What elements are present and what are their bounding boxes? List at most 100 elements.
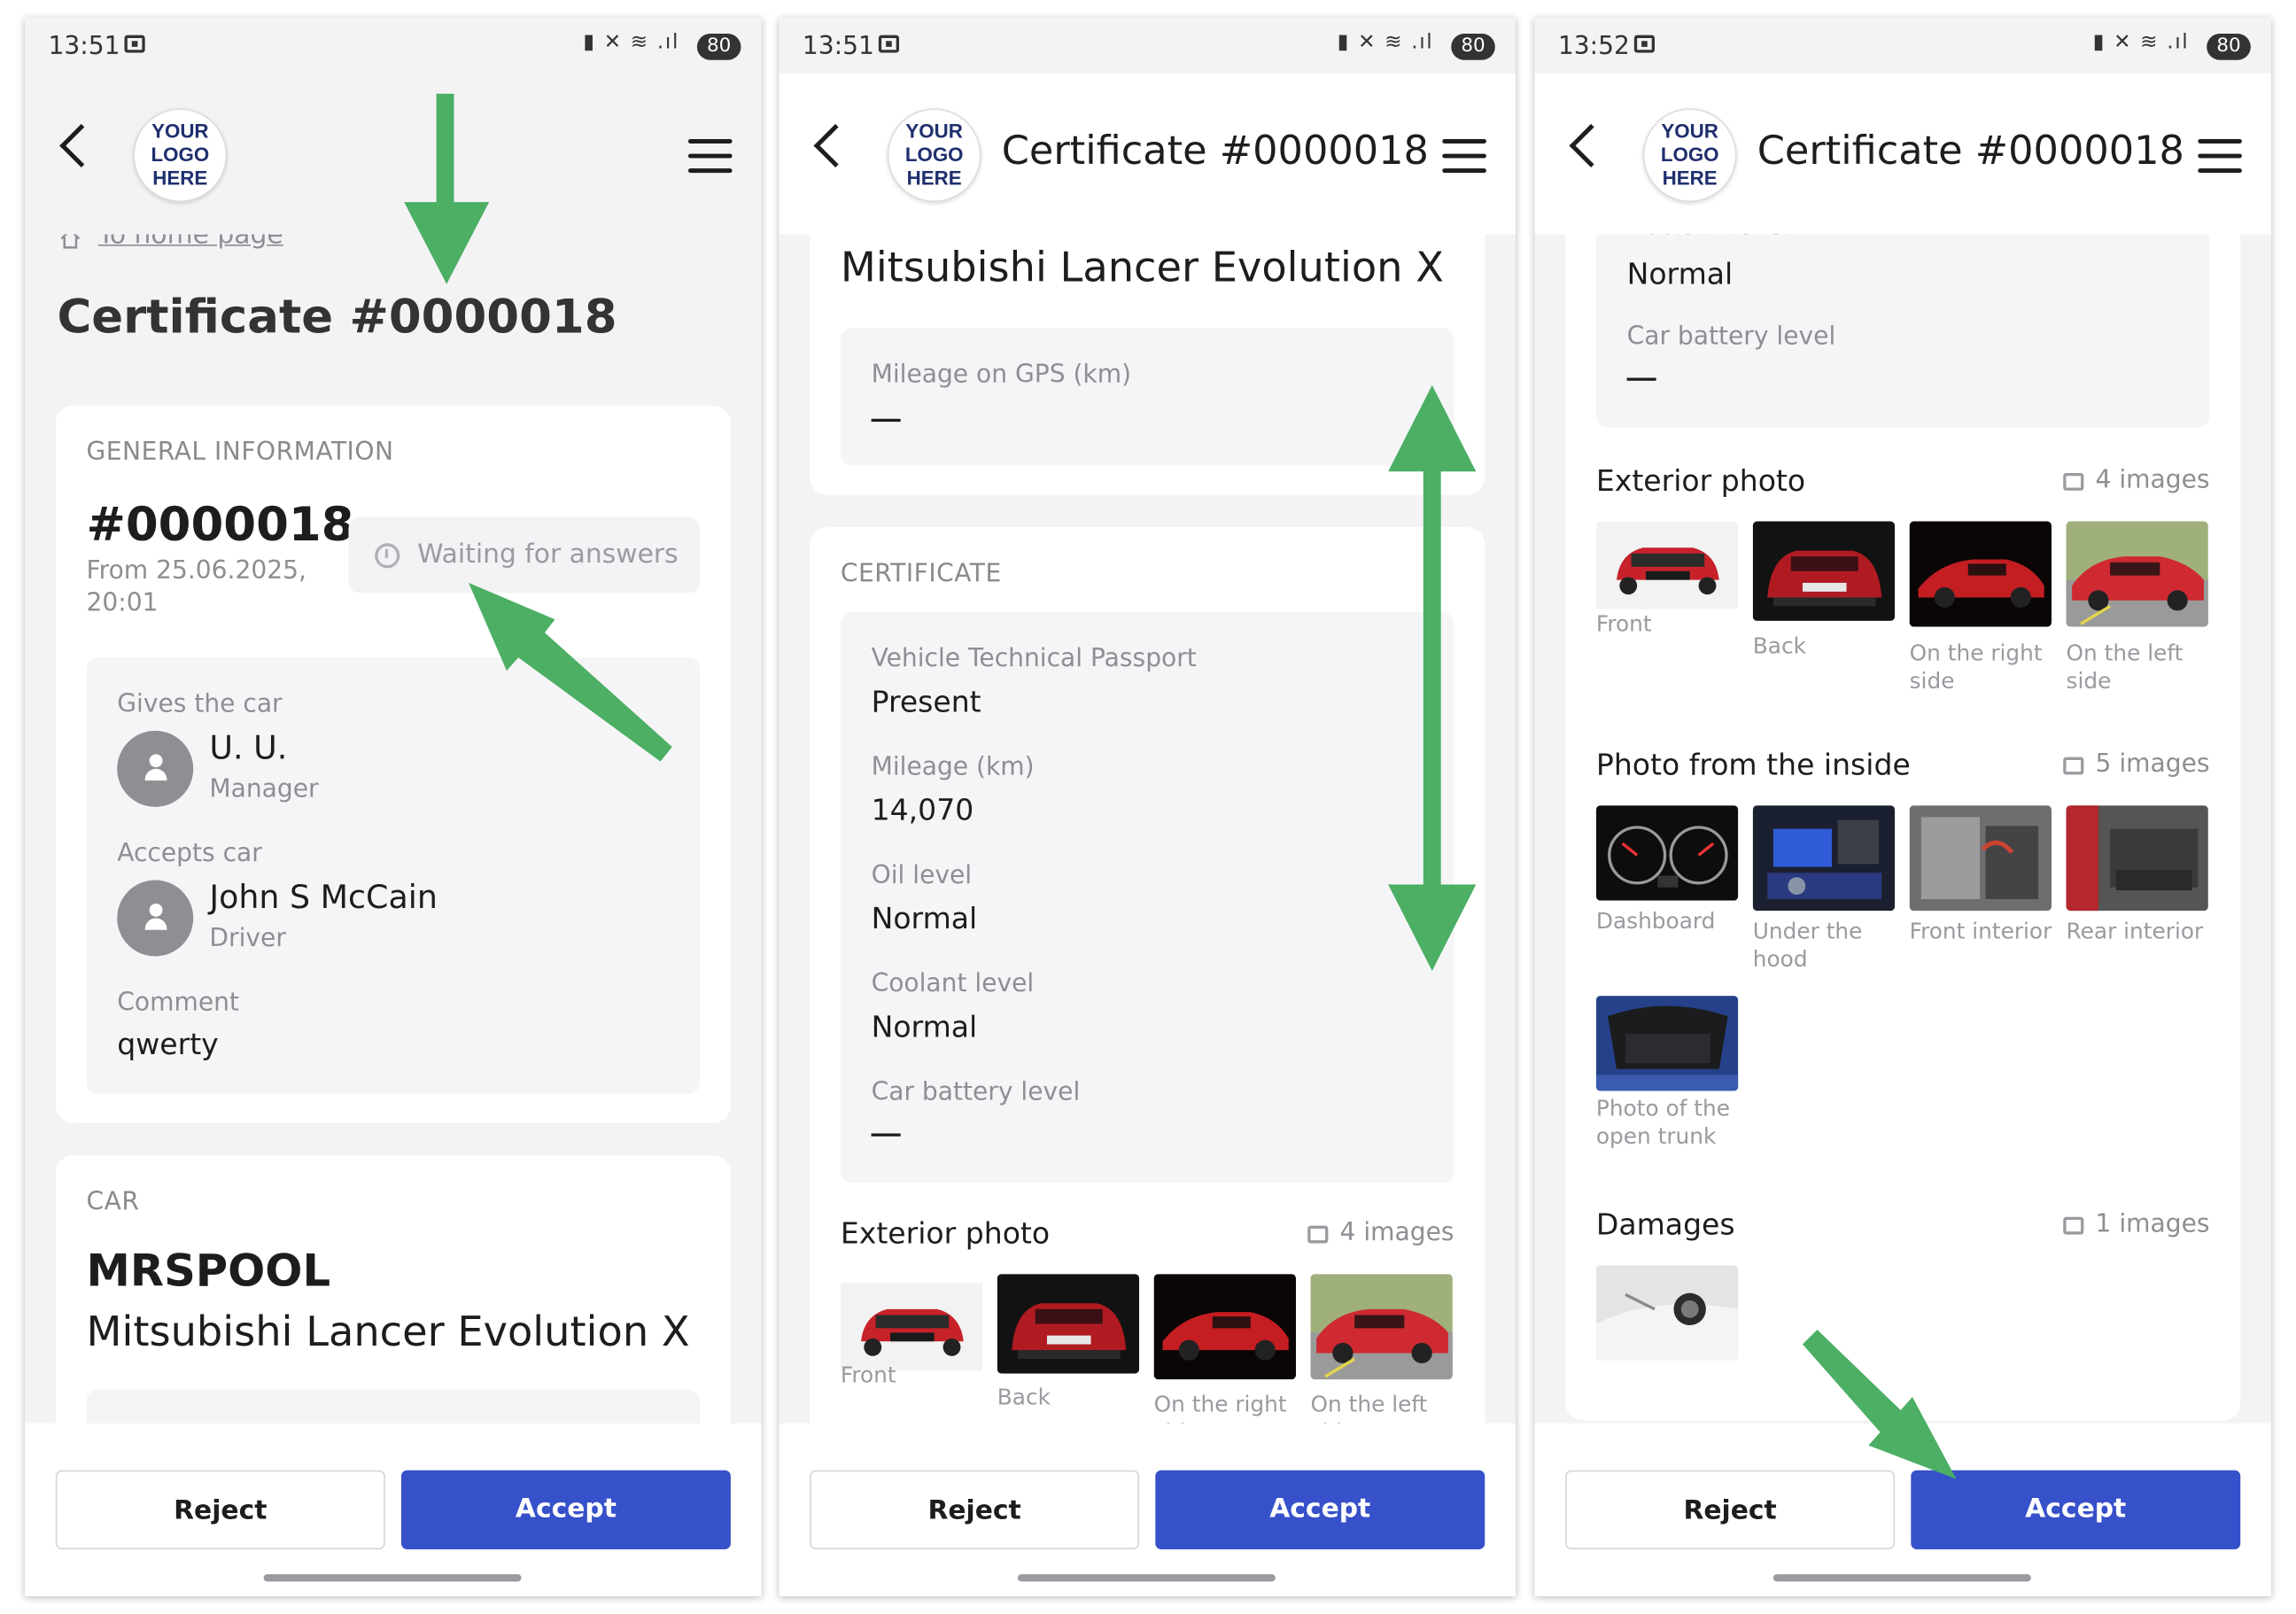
empty-value-dash xyxy=(1626,377,1656,381)
menu-icon[interactable] xyxy=(1442,139,1486,175)
thumb-front-interior[interactable] xyxy=(1909,805,2052,912)
car-card: Mitsubishi Lancer Evolution X Mileage on… xyxy=(810,234,1485,495)
receiver-name: John S McCain xyxy=(209,880,438,917)
logo-text: YOUR xyxy=(905,120,963,143)
phone-screen-certificate: 13:51 ▮ ✕ ≋ .ıl 80 YOUR LOGO HERE Certific… xyxy=(779,17,1516,1596)
certificate-date: From 25.06.2025, 20:01 xyxy=(87,555,306,620)
avatar xyxy=(117,880,194,957)
reject-button[interactable]: Reject xyxy=(810,1470,1140,1549)
signal-icons: ▮ ✕ ≋ .ıl xyxy=(583,30,680,55)
giver-role: Manager xyxy=(209,774,319,804)
logo-text: YOUR xyxy=(1661,120,1718,143)
thumb-right-side[interactable] xyxy=(1153,1274,1296,1380)
thumb-caption: On the right side xyxy=(1909,640,2043,694)
thumb-left-side[interactable] xyxy=(1310,1274,1453,1380)
gallery-count: 4 images xyxy=(1307,1218,1454,1247)
thumb-caption: Under the hood xyxy=(1752,918,1863,973)
phone-screen-photos: 13:52 ▮ ✕ ≋ .ıl 80 YOUR LOGO HERE Certific… xyxy=(1534,17,2271,1596)
gallery-title: Damages xyxy=(1595,1207,1735,1242)
thumb-caption: Front interior xyxy=(1909,918,2052,945)
section-label: GENERAL INFORMATION xyxy=(86,438,394,468)
gallery-title: Exterior photo xyxy=(840,1215,1051,1251)
field-value: Normal xyxy=(871,1008,978,1044)
page-title: Certificate #0000018 xyxy=(57,288,617,345)
company-logo: YOUR LOGO HERE xyxy=(887,108,981,203)
accept-button[interactable]: Accept xyxy=(400,1470,731,1549)
signal-icons: ▮ ✕ ≋ .ıl xyxy=(2092,30,2190,55)
certificate-number: #0000018 xyxy=(86,496,354,553)
thumb-open-trunk[interactable] xyxy=(1595,996,1739,1091)
count-text: 1 images xyxy=(2095,1209,2210,1239)
menu-icon[interactable] xyxy=(687,139,733,175)
comment-label: Comment xyxy=(117,988,239,1018)
thumb-rear-interior[interactable] xyxy=(2066,805,2208,912)
logo-text: HERE xyxy=(1662,167,1718,190)
avatar xyxy=(117,730,194,807)
image-icon xyxy=(2063,1216,2084,1235)
thumb-left-side[interactable] xyxy=(2066,521,2208,627)
signal-icons: ▮ ✕ ≋ .ıl xyxy=(1337,30,1434,55)
thumb-back[interactable] xyxy=(1752,521,1896,621)
logo-text: LOGO xyxy=(904,144,964,166)
certificate-card: Coolant level Normal Car battery level E… xyxy=(1565,234,2241,1421)
field-label: Vehicle Technical Passport xyxy=(871,644,1197,674)
field-label: Car battery level xyxy=(871,1077,1081,1107)
action-bar: Reject Accept xyxy=(779,1423,1516,1596)
section-label: CAR xyxy=(86,1187,140,1217)
status-badge: Waiting for answers xyxy=(348,516,701,594)
status-time: 13:52 xyxy=(1557,32,1630,62)
company-logo: YOUR LOGO HERE xyxy=(133,108,228,203)
field-value: Normal xyxy=(1626,256,1734,291)
gives-label: Gives the car xyxy=(117,689,283,719)
back-arrow-icon[interactable] xyxy=(1569,123,1613,168)
home-indicator xyxy=(263,1574,522,1582)
thumb-right-side[interactable] xyxy=(1909,521,2052,627)
thumb-caption: Front xyxy=(840,1362,896,1389)
scroll-content[interactable]: Mitsubishi Lancer Evolution X Mileage on… xyxy=(779,234,1516,1424)
receiver-role: Driver xyxy=(209,924,286,954)
back-arrow-icon[interactable] xyxy=(813,123,857,168)
field-label: Coolant level xyxy=(871,969,1035,999)
date-line: From 25.06.2025, xyxy=(86,556,306,586)
thumb-caption: On the left side xyxy=(2066,640,2184,694)
certificate-fields: Vehicle Technical Passport Present Milea… xyxy=(840,611,1454,1183)
thumb-front[interactable] xyxy=(1595,521,1739,609)
status-text: Waiting for answers xyxy=(417,539,679,570)
accepts-label: Accepts car xyxy=(117,839,262,869)
logo-text: HERE xyxy=(152,167,208,190)
gallery-title: Exterior photo xyxy=(1595,462,1806,499)
thumb-caption: Back xyxy=(1752,632,1806,659)
field-value: Present xyxy=(871,683,981,719)
app-header: YOUR LOGO HERE xyxy=(25,73,762,235)
battery-indicator: 80 xyxy=(1451,34,1495,60)
image-icon xyxy=(1307,1225,1329,1244)
thumb-under-hood[interactable] xyxy=(1752,805,1896,912)
field-label: Mileage (km) xyxy=(871,752,1035,782)
thumb-back[interactable] xyxy=(997,1274,1140,1374)
accept-button[interactable]: Accept xyxy=(1155,1470,1485,1549)
menu-icon[interactable] xyxy=(2198,139,2242,175)
scroll-content[interactable]: Coolant level Normal Car battery level E… xyxy=(1534,234,2271,1423)
thumb-damage[interactable] xyxy=(1595,1265,1739,1361)
field-label: Oil level xyxy=(871,861,973,891)
field-value: Normal xyxy=(871,900,978,936)
company-logo: YOUR LOGO HERE xyxy=(1642,108,1737,203)
reject-button[interactable]: Reject xyxy=(1565,1470,1896,1549)
status-bar: 13:51 ▮ ✕ ≋ .ıl 80 xyxy=(25,17,762,74)
screenshot-icon xyxy=(124,35,145,53)
reject-button[interactable]: Reject xyxy=(55,1470,385,1549)
accept-button[interactable]: Accept xyxy=(1911,1470,2241,1549)
gallery-count: 5 images xyxy=(2063,749,2210,780)
gps-block: Mileage on GPS (km) xyxy=(840,328,1454,466)
action-bar: Reject Accept xyxy=(1534,1423,2271,1596)
field-label: Coolant level xyxy=(1627,234,1790,241)
back-arrow-icon[interactable] xyxy=(59,123,104,168)
status-bar: 13:51 ▮ ✕ ≋ .ıl 80 xyxy=(779,17,1516,74)
header-title: Certificate #0000018 xyxy=(1757,128,2184,175)
header-title: Certificate #0000018 xyxy=(1001,128,1429,175)
history-icon xyxy=(375,543,400,569)
field-value: 14,070 xyxy=(871,792,974,828)
thumb-dashboard[interactable] xyxy=(1595,805,1739,901)
battery-indicator: 80 xyxy=(696,34,741,60)
count-text: 5 images xyxy=(2095,749,2210,780)
